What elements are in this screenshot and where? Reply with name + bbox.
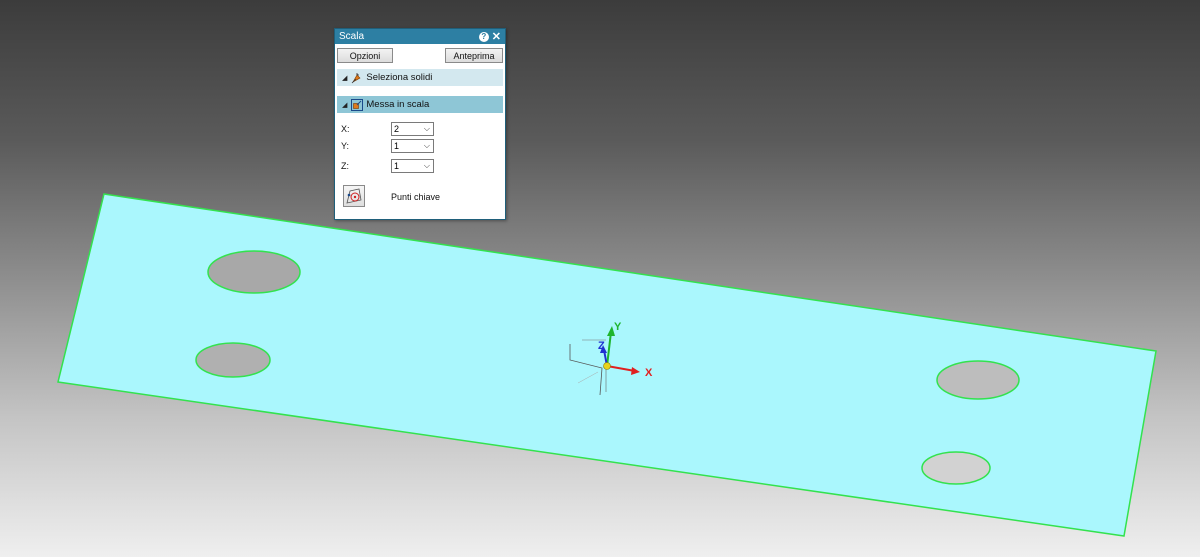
preview-button[interactable]: Anteprima (445, 48, 503, 63)
dialog-title: Scala (339, 31, 365, 42)
close-icon[interactable]: ✕ (492, 31, 501, 42)
scale-icon (351, 98, 364, 111)
y-axis-label: Y (614, 321, 622, 333)
chevron-down-icon[interactable]: ⌵ (424, 124, 430, 134)
x-scale-value: 2 (394, 124, 400, 134)
select-solids-icon (351, 72, 363, 84)
hole-top-right (936, 360, 1020, 400)
key-points-button[interactable] (343, 185, 365, 207)
chevron-down-icon[interactable]: ⌵ (424, 141, 430, 151)
options-button[interactable]: Opzioni (337, 48, 393, 63)
y-label: Y: (341, 141, 350, 151)
help-icon[interactable]: ? (478, 31, 489, 42)
select-solids-section[interactable]: ◢ Seleziona solidi (337, 69, 503, 86)
collapse-caret-icon[interactable]: ◢ (342, 74, 347, 82)
key-points-icon (346, 188, 362, 204)
key-points-label: Punti chiave (391, 192, 441, 202)
x-scale-combo[interactable]: 2 ⌵ (391, 122, 434, 136)
model-viewport[interactable]: X Y Z (0, 0, 1200, 557)
dialog-button-row: Opzioni Anteprima (335, 44, 505, 64)
hole-bottom-right (921, 451, 991, 485)
x-axis-label: X (645, 367, 653, 379)
scaling-section[interactable]: ◢ Messa in scala (337, 96, 503, 113)
scale-dialog: Scala ? ✕ Opzioni Anteprima ◢ Seleziona … (334, 28, 506, 220)
z-scale-combo[interactable]: 1 ⌵ (391, 159, 434, 173)
dialog-titlebar[interactable]: Scala ? ✕ (335, 29, 505, 44)
y-scale-value: 1 (394, 141, 400, 151)
z-label: Z: (341, 161, 349, 171)
select-solids-label: Seleziona solidi (366, 72, 433, 83)
hole-bottom-left (195, 342, 271, 378)
chevron-down-icon[interactable]: ⌵ (424, 161, 430, 171)
z-axis-label: Z (598, 340, 605, 352)
origin-point (603, 362, 611, 370)
x-label: X: (341, 124, 350, 134)
y-scale-combo[interactable]: 1 ⌵ (391, 139, 434, 153)
collapse-caret-icon[interactable]: ◢ (342, 101, 347, 109)
scaling-label: Messa in scala (366, 99, 430, 110)
hole-top-left (207, 250, 301, 294)
z-scale-value: 1 (394, 161, 400, 171)
